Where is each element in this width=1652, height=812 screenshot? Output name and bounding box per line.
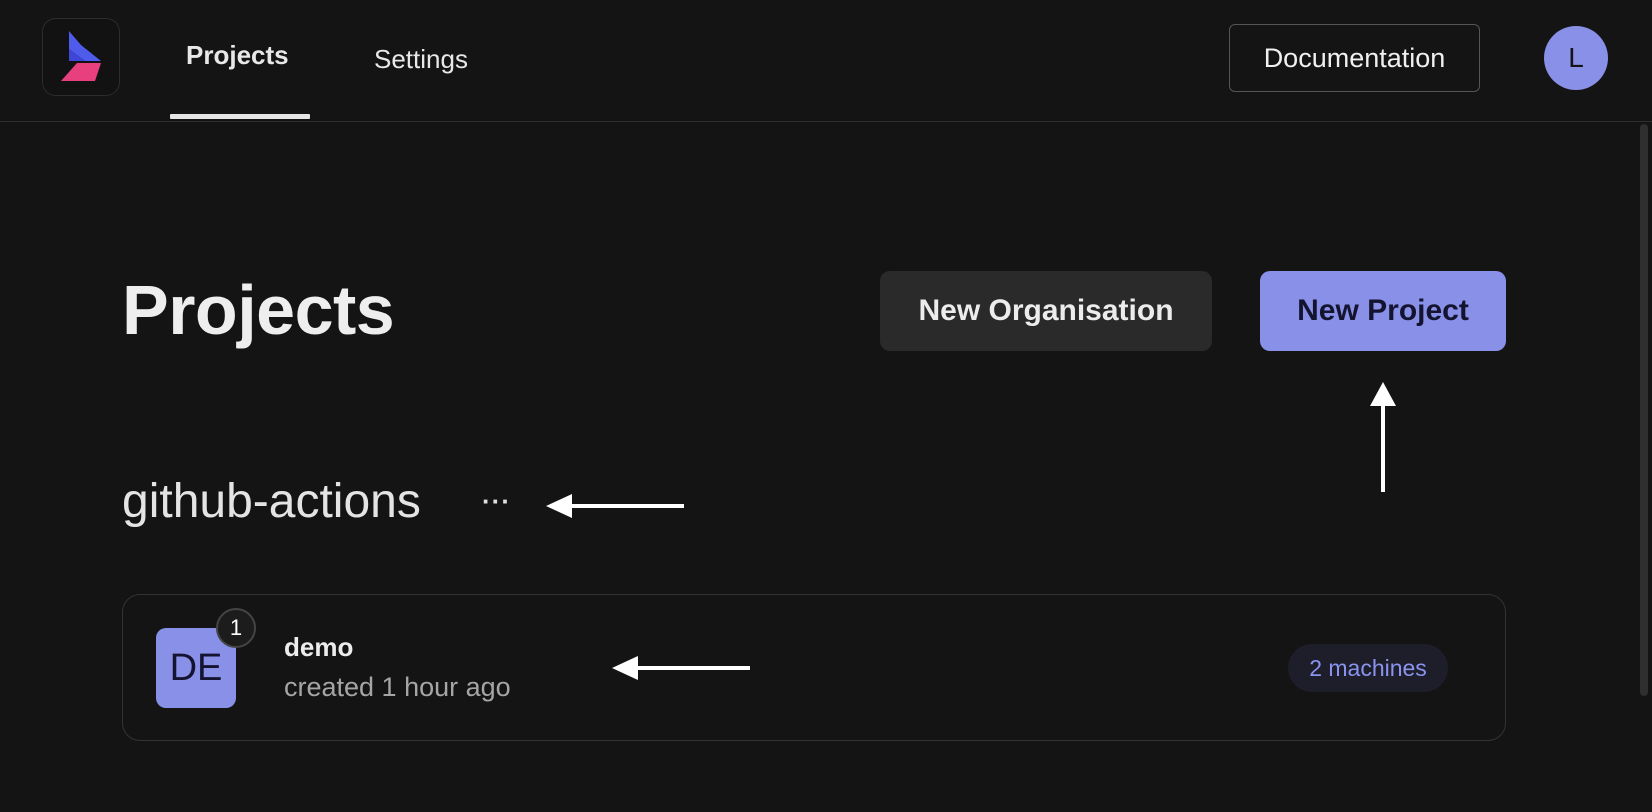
tab-settings[interactable]: Settings <box>374 44 468 75</box>
user-avatar[interactable]: L <box>1544 26 1608 90</box>
new-project-button[interactable]: New Project <box>1260 271 1506 351</box>
logo[interactable] <box>42 18 120 96</box>
top-navigation: Projects Settings Documentation L <box>0 0 1652 122</box>
notification-badge: 1 <box>216 608 256 648</box>
arrow-icon <box>1370 382 1396 492</box>
arrow-icon <box>612 656 750 680</box>
page-title: Projects <box>122 271 395 349</box>
project-created-time: created 1 hour ago <box>284 672 511 702</box>
scrollbar[interactable] <box>1640 124 1648 696</box>
tab-projects[interactable]: Projects <box>186 40 289 71</box>
new-organisation-button[interactable]: New Organisation <box>880 271 1212 351</box>
logo-icon <box>61 31 101 81</box>
active-tab-indicator <box>170 114 310 119</box>
documentation-button[interactable]: Documentation <box>1229 24 1480 92</box>
organisation-name: github-actions <box>122 475 421 528</box>
organisation-menu-button[interactable]: ··· <box>482 488 511 514</box>
project-name[interactable]: demo <box>284 632 353 663</box>
arrow-icon <box>546 494 684 518</box>
machines-count-badge: 2 machines <box>1288 644 1448 692</box>
